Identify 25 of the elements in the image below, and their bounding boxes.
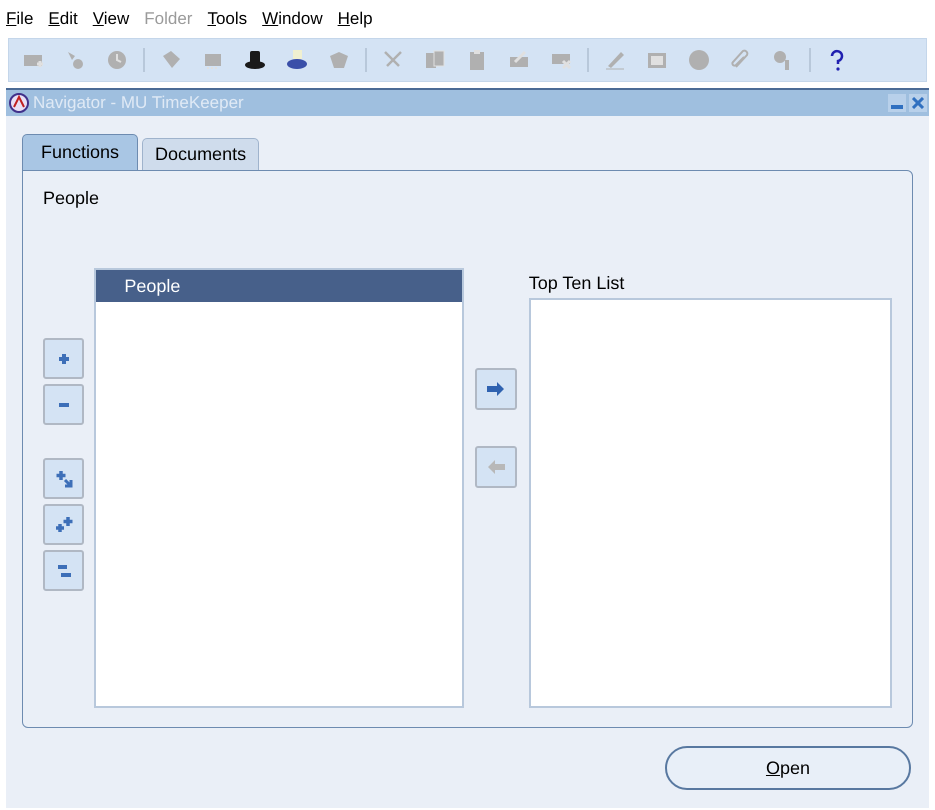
menu-item[interactable]: Edit	[48, 6, 78, 32]
minimize-button[interactable]	[888, 94, 906, 112]
expand-branch-button[interactable]	[43, 458, 84, 499]
list-label: Top Ten List	[528, 272, 626, 295]
expand-all-button[interactable]	[43, 504, 84, 545]
collapse-all-button[interactable]	[43, 550, 84, 591]
open-button[interactable]: Open	[665, 746, 911, 790]
menu-item[interactable]: View	[92, 6, 130, 32]
menu-item[interactable]: Tools	[207, 6, 248, 32]
expand-button[interactable]	[43, 338, 84, 379]
close-button[interactable]	[909, 94, 927, 112]
minimize-icon	[891, 105, 903, 109]
menu-item[interactable]: Help	[338, 6, 373, 32]
remove-from-list-button[interactable]	[475, 446, 518, 488]
section-heading: People	[43, 187, 100, 210]
app-logo-icon	[8, 92, 30, 114]
menu-item[interactable]: Window	[262, 6, 323, 32]
add-to-list-button[interactable]	[475, 368, 518, 410]
menu-item[interactable]: File	[6, 6, 34, 32]
close-icon	[912, 97, 924, 109]
tree-item[interactable]: People	[96, 270, 462, 302]
tab[interactable]: Functions	[22, 134, 138, 170]
collapse-button[interactable]	[43, 384, 84, 425]
tab[interactable]: Documents	[142, 138, 260, 170]
window-title: Navigator - MU TimeKeeper	[33, 92, 244, 114]
